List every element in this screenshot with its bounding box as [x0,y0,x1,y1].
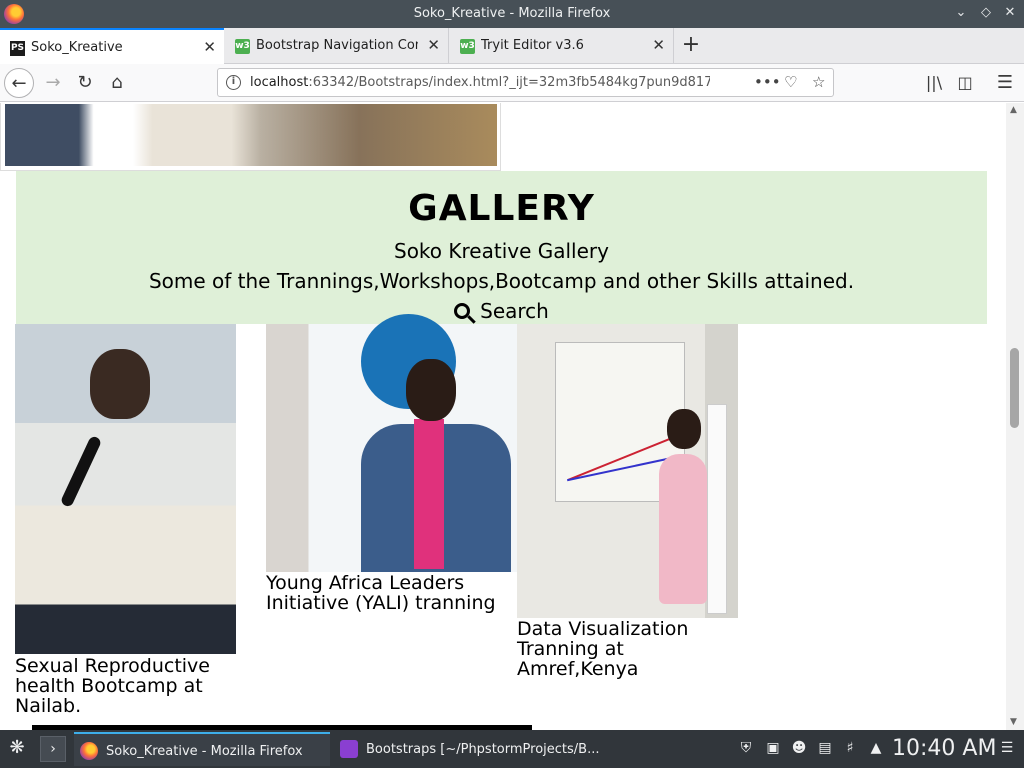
task-label: Bootstraps [~/PhpstormProjects/B... [366,742,600,757]
scroll-up-icon[interactable]: ▲ [1010,105,1017,115]
tab-bootstrap-navigation[interactable]: w3 Bootstrap Navigation Comp ✕ [225,28,449,64]
page-actions-icon[interactable]: ••• [754,73,781,91]
gallery-caption: Sexual Reproductive health Bootcamp at N… [15,655,210,717]
tab-label: Bootstrap Navigation Comp [256,38,418,53]
taskbar: ❋ › Soko_Kreative - Mozilla Firefox Boot… [0,730,1024,768]
url-host: localhost [250,75,309,90]
close-tab-icon[interactable]: ✕ [427,36,440,54]
scroll-down-icon[interactable]: ▼ [1010,717,1017,727]
library-icon[interactable]: ||\ [919,68,949,98]
task-label: Soko_Kreative - Mozilla Firefox [106,744,303,759]
shield-icon[interactable]: ⛨ [737,739,755,757]
sidebar-icon[interactable]: ◫ [950,68,980,98]
photo-detail [406,359,456,421]
task-phpstorm[interactable]: Bootstraps [~/PhpstormProjects/B... [334,732,604,766]
bookmark-star-icon[interactable]: ☆ [812,73,825,91]
close-tab-icon[interactable]: ✕ [203,38,216,56]
search-link[interactable]: Search [16,299,987,323]
menu-icon[interactable]: ☰ [990,68,1020,98]
menu-icon[interactable]: ☰ [998,739,1016,757]
reload-button[interactable]: ↻ [70,68,100,98]
w3schools-icon: w3 [235,39,250,54]
url-text[interactable]: localhost:63342/Bootstraps/index.html?_i… [250,75,710,90]
tab-label: Soko_Kreative [31,40,123,55]
navigation-toolbar: ← → ↻ ⌂ i localhost:63342/Bootstraps/ind… [0,64,1024,102]
tab-bar: PS Soko_Kreative ✕ w3 Bootstrap Navigati… [0,28,1024,64]
minimize-icon[interactable]: ⌄ [952,4,970,22]
gallery-jumbotron: GALLERY Soko Kreative Gallery Some of th… [16,171,987,324]
clock[interactable]: 10:40 AM [892,736,996,761]
page-content: GALLERY Soko Kreative Gallery Some of th… [0,103,1006,730]
gallery-title: GALLERY [408,188,595,229]
tray-expand-icon[interactable]: ▲ [867,739,885,757]
w3schools-icon: w3 [460,39,475,54]
search-label: Search [480,299,549,323]
users-icon[interactable]: ☻ [790,739,808,757]
photo-detail [59,434,103,509]
close-tab-icon[interactable]: ✕ [652,36,665,54]
gallery-description: Some of the Trannings,Workshops,Bootcamp… [148,269,855,293]
clipboard-icon[interactable]: ▤ [816,739,834,757]
photo-detail [667,409,701,449]
pager-icon[interactable]: › [40,736,66,762]
firefox-icon [80,742,98,760]
phpstorm-icon [340,740,358,758]
gallery-subtitle: Soko Kreative Gallery [394,239,609,263]
tab-tryit-editor[interactable]: w3 Tryit Editor v3.6 ✕ [450,28,674,64]
window-title: Soko_Kreative - Mozilla Firefox [413,6,611,21]
search-icon [454,303,471,319]
photo-detail [659,454,707,604]
close-window-icon[interactable]: ✕ [1001,4,1019,22]
photo-detail [414,419,444,569]
carousel-image-frame [0,103,501,171]
pocket-icon[interactable]: ♡ [784,73,797,91]
photo-detail [90,349,150,419]
phpstorm-icon: PS [10,41,25,56]
vertical-scrollbar[interactable]: ▲ ▼ [1006,103,1024,730]
gallery-photo-data-visualization[interactable] [517,324,738,618]
volume-icon[interactable]: ♯ [841,739,859,757]
url-path: :63342/Bootstraps/index.html?_ijt=32m3fb… [308,75,710,90]
application-launcher-icon[interactable]: ❋ [6,737,28,759]
photo-detail [707,404,727,614]
gallery-caption: Young Africa Leaders Initiative (YALI) t… [266,572,496,614]
network-icon[interactable]: ▣ [764,739,782,757]
gallery-caption: Data Visualization Tranning at Amref,Ken… [517,618,689,680]
carousel-image [5,104,497,166]
gallery-photo-bootcamp[interactable] [15,324,236,654]
task-firefox[interactable]: Soko_Kreative - Mozilla Firefox [74,732,330,766]
new-tab-button[interactable]: + [678,33,704,59]
maximize-icon[interactable]: ◇ [977,4,995,22]
tab-label: Tryit Editor v3.6 [481,38,584,53]
back-button[interactable]: ← [4,68,34,98]
tab-soko-kreative[interactable]: PS Soko_Kreative ✕ [0,28,224,64]
window-titlebar: Soko_Kreative - Mozilla Firefox ⌄ ◇ ✕ [0,0,1024,28]
gallery-photo-yali[interactable] [266,314,517,572]
home-button[interactable]: ⌂ [102,68,132,98]
info-icon[interactable]: i [226,75,241,90]
url-bar[interactable]: i localhost:63342/Bootstraps/index.html?… [217,68,834,97]
scrollbar-thumb[interactable] [1010,348,1019,428]
forward-button[interactable]: → [38,68,68,98]
